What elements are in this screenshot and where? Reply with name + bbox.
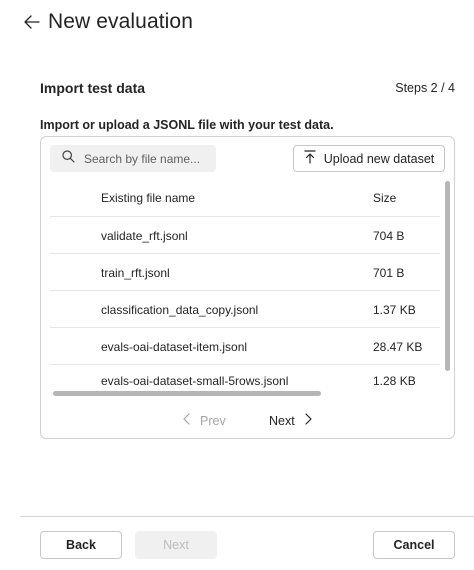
file-name-cell: train_rft.jsonl — [101, 266, 170, 280]
file-table: Existing file name Size validate_rft.jso… — [50, 179, 440, 393]
file-name-cell: evals-oai-dataset-small-5rows.jsonl — [101, 374, 289, 388]
file-size-cell: 701 B — [373, 266, 405, 280]
new-evaluation-page: New evaluation Import test data Steps 2 … — [0, 0, 474, 570]
file-size-cell: 1.37 KB — [373, 303, 416, 317]
column-header-size[interactable]: Size — [373, 191, 396, 205]
step-title: Import test data — [40, 80, 146, 96]
arrow-left-icon[interactable] — [24, 13, 42, 31]
upload-icon — [304, 150, 324, 167]
column-header-file-name[interactable]: Existing file name — [101, 191, 195, 205]
table-row[interactable]: classification_data_copy.jsonl 1.37 KB — [50, 291, 440, 328]
vertical-scrollbar[interactable] — [445, 181, 450, 371]
file-name-cell: evals-oai-dataset-item.jsonl — [101, 340, 248, 354]
prev-label: Prev — [200, 413, 226, 428]
next-label: Next — [269, 413, 295, 428]
page-title: New evaluation — [48, 10, 193, 33]
file-size-cell: 704 B — [373, 229, 405, 243]
pagination: Prev Next — [41, 413, 454, 433]
table-row[interactable]: validate_rft.jsonl 704 B — [50, 217, 440, 254]
chevron-left-icon — [183, 413, 200, 428]
next-page-button[interactable]: Next — [269, 413, 312, 428]
chevron-right-icon — [295, 413, 312, 428]
file-name-cell: classification_data_copy.jsonl — [101, 303, 259, 317]
next-button[interactable]: Next — [135, 531, 217, 559]
upload-button-label: Upload new dataset — [323, 151, 435, 166]
table-header-row: Existing file name Size — [50, 179, 440, 217]
search-box[interactable] — [50, 145, 216, 172]
file-size-cell: 1.28 KB — [373, 374, 416, 388]
footer-divider — [20, 516, 474, 517]
file-size-cell: 28.47 KB — [373, 340, 423, 354]
table-row[interactable]: evals-oai-dataset-small-5rows.jsonl 1.28… — [50, 365, 440, 393]
table-row[interactable]: train_rft.jsonl 701 B — [50, 254, 440, 291]
cancel-button[interactable]: Cancel — [373, 531, 455, 559]
upload-new-dataset-button[interactable]: Upload new dataset — [293, 145, 445, 172]
horizontal-scrollbar[interactable] — [53, 391, 321, 396]
page-header: New evaluation — [24, 10, 193, 34]
back-button[interactable]: Back — [40, 531, 122, 559]
table-row[interactable]: evals-oai-dataset-item.jsonl 28.47 KB — [50, 328, 440, 365]
search-icon — [62, 149, 75, 168]
prev-page-button[interactable]: Prev — [183, 413, 226, 428]
dataset-picker-card: Upload new dataset Existing file name Si… — [40, 136, 455, 439]
step-counter: Steps 2 / 4 — [395, 81, 455, 95]
search-input[interactable] — [84, 151, 214, 166]
file-name-cell: validate_rft.jsonl — [101, 229, 188, 243]
instruction-text: Import or upload a JSONL file with your … — [40, 118, 334, 132]
